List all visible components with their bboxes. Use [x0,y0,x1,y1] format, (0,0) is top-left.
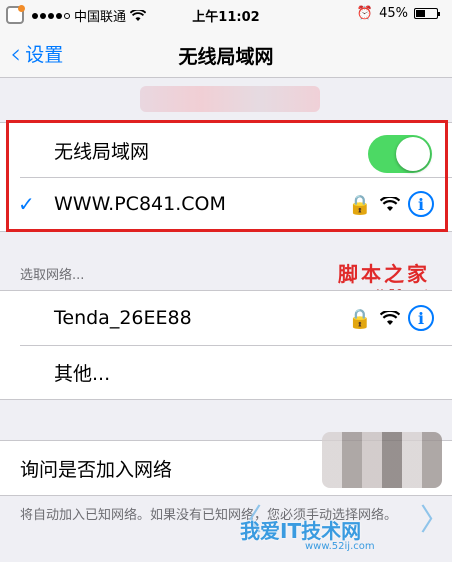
status-bar: 中国联通 上午11:02 ⏰ 45% [0,0,452,30]
battery-icon [414,8,440,19]
info-icon[interactable]: i [408,305,434,331]
other-network-label: 其他... [54,362,111,385]
network-list-group: Tenda_26EE88 🔒 i 其他... [0,290,452,400]
other-network-row[interactable]: 其他... [0,345,452,399]
alarm-icon: ⏰ [356,6,374,21]
ask-join-footer: 将自动加入已知网络。如果没有已知网络，您必须手动选择网络。 [20,508,398,523]
site-logo-watermark: 我爱IT技术网 [240,519,362,543]
ask-join-label: 询问是否加入网络 [20,458,173,481]
site-url-watermark: www.52ij.com [305,541,375,552]
section-header: 选取网络... [20,268,85,283]
blurred-watermark [140,86,320,112]
navigation-bar: ‹ 设置 无线局域网 [0,30,452,78]
watermark-brand: 脚本之家 [338,262,430,286]
network-row[interactable]: Tenda_26EE88 🔒 i [0,291,452,345]
battery-percent: 45% [379,6,408,21]
highlight-frame [6,120,448,232]
wing-decoration-icon: 〉 [420,503,450,538]
page-title: 无线局域网 [178,46,274,68]
wifi-signal-icon [380,310,400,325]
lock-icon: 🔒 [348,307,372,330]
network-name: Tenda_26EE88 [54,307,192,329]
pixelated-toggle [322,432,442,488]
